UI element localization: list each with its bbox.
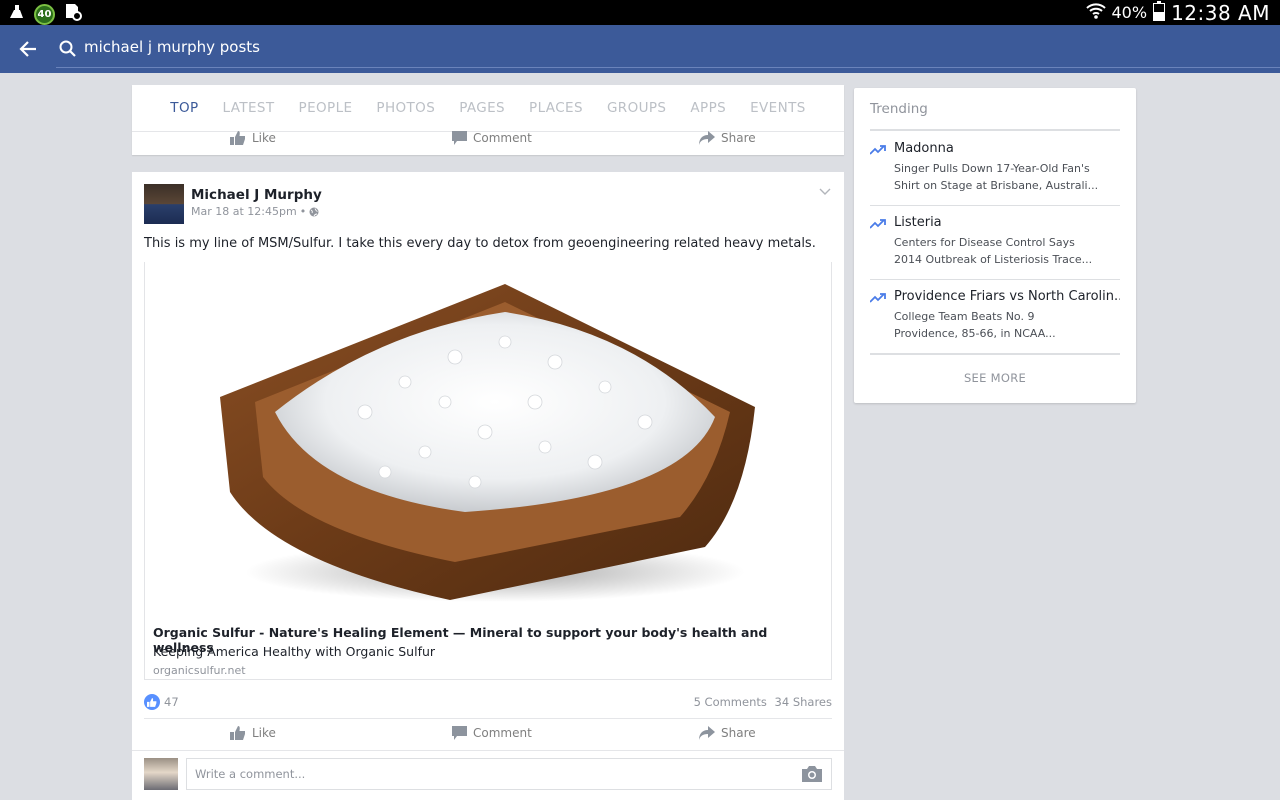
- trending-title: Providence Friars vs North Carolin...: [894, 289, 1120, 304]
- trending-description-line: Shirt on Stage at Brisbane, Australi...: [894, 179, 1099, 192]
- battery-percent: 40%: [1111, 3, 1148, 22]
- post-text: This is my line of MSM/Sulfur. I take th…: [144, 236, 816, 251]
- trending-description: College Team Beats No. 9 Providence, 85-…: [894, 308, 1120, 342]
- author-avatar[interactable]: [144, 184, 184, 224]
- link-domain: organicsulfur.net: [153, 664, 246, 677]
- like-label: Like: [252, 131, 276, 145]
- clock: 12:38 AM: [1171, 0, 1270, 25]
- share-button[interactable]: Share: [699, 726, 756, 740]
- trending-description-line: Singer Pulls Down 17-Year-Old Fan's: [894, 162, 1090, 175]
- trending-description-line: Providence, 85-66, in NCAA...: [894, 327, 1056, 340]
- comment-button[interactable]: Comment: [452, 726, 532, 740]
- actions-divider-bottom: [132, 750, 844, 751]
- reactions-summary[interactable]: 47: [144, 694, 179, 710]
- battery-icon: [1153, 0, 1166, 25]
- trending-description-line: 2014 Outbreak of Listeriosis Trace...: [894, 253, 1093, 266]
- trend-arrow-icon: [870, 293, 886, 303]
- trending-footer-divider: [870, 353, 1120, 355]
- trending-item[interactable]: Listeria Centers for Disease Control Say…: [870, 215, 1120, 268]
- post-author[interactable]: Michael J Murphy: [191, 187, 322, 203]
- cleaner-icon: [8, 4, 26, 24]
- post-card: Michael J Murphy Mar 18 at 12:45pm • Thi…: [132, 172, 844, 800]
- like-reaction-icon: [144, 694, 160, 710]
- search-filter-tabs: TOP LATEST PEOPLE PHOTOS PAGES PLACES GR…: [132, 85, 844, 131]
- link-preview-image[interactable]: [145, 262, 831, 614]
- status-bar-notifications: 40: [8, 2, 83, 26]
- search-icon: [59, 40, 76, 57]
- trending-description: Centers for Disease Control Says 2014 Ou…: [894, 234, 1120, 268]
- tab-apps[interactable]: APPS: [678, 100, 738, 116]
- trending-item[interactable]: Providence Friars vs North Carolin... Co…: [870, 289, 1120, 342]
- trend-arrow-icon: [870, 145, 886, 155]
- post-actions: Like Comment Share: [132, 724, 844, 748]
- like-button[interactable]: Like: [230, 726, 276, 740]
- search-input[interactable]: michael j murphy posts: [84, 38, 260, 56]
- comment-input[interactable]: Write a comment...: [186, 758, 832, 790]
- comments-count[interactable]: 5 Comments: [694, 695, 767, 709]
- chevron-down-icon[interactable]: [818, 184, 832, 198]
- comment-button[interactable]: Comment: [452, 131, 532, 145]
- viewer-avatar: [144, 758, 178, 790]
- see-more-button[interactable]: SEE MORE: [854, 371, 1136, 385]
- shares-count[interactable]: 34 Shares: [775, 695, 832, 709]
- trending-header: Trending: [870, 101, 928, 117]
- meta-separator: •: [299, 205, 307, 218]
- search-results-header-card: TOP LATEST PEOPLE PHOTOS PAGES PLACES GR…: [132, 85, 844, 155]
- link-preview[interactable]: Organic Sulfur - Nature's Healing Elemen…: [144, 262, 832, 680]
- like-label: Like: [252, 726, 276, 740]
- tab-events[interactable]: EVENTS: [738, 100, 818, 116]
- tab-groups[interactable]: GROUPS: [595, 100, 678, 116]
- tab-people[interactable]: PEOPLE: [287, 100, 365, 116]
- share-label: Share: [721, 726, 756, 740]
- sd-card-settings-icon: [63, 2, 83, 26]
- like-count: 47: [164, 695, 179, 709]
- status-bar-system: 40% 12:38 AM: [1085, 0, 1271, 25]
- trending-header-divider: [870, 129, 1120, 131]
- trend-arrow-icon: [870, 219, 886, 229]
- share-arrow-icon: [699, 726, 715, 740]
- post-timestamp[interactable]: Mar 18 at 12:45pm: [191, 205, 297, 218]
- camera-icon[interactable]: [802, 766, 822, 782]
- share-label: Share: [721, 131, 756, 145]
- like-button[interactable]: Like: [230, 131, 276, 145]
- actions-divider-top: [144, 718, 832, 719]
- globe-icon: [309, 207, 319, 216]
- trending-title: Madonna: [894, 141, 954, 156]
- trending-card: Trending Madonna Singer Pulls Down 17-Ye…: [854, 88, 1136, 403]
- trending-description-line: College Team Beats No. 9: [894, 310, 1035, 323]
- comment-label: Comment: [473, 131, 532, 145]
- trending-divider: [870, 279, 1120, 280]
- wifi-icon: [1085, 2, 1106, 24]
- tab-photos[interactable]: PHOTOS: [364, 100, 447, 116]
- comment-composer: Write a comment...: [144, 758, 832, 792]
- trending-description: Singer Pulls Down 17-Year-Old Fan's Shir…: [894, 160, 1120, 194]
- trending-item[interactable]: Madonna Singer Pulls Down 17-Year-Old Fa…: [870, 141, 1120, 194]
- previous-post-actions: Like Comment Share: [132, 129, 844, 153]
- link-description: Keeping America Healthy with Organic Sul…: [153, 644, 436, 659]
- thumbs-up-icon: [230, 131, 245, 145]
- engagement-counts: 5 Comments 34 Shares: [694, 695, 832, 709]
- share-button[interactable]: Share: [699, 131, 756, 145]
- comment-bubble-icon: [452, 726, 467, 740]
- tab-top[interactable]: TOP: [158, 100, 210, 116]
- post-meta: Mar 18 at 12:45pm •: [191, 205, 319, 218]
- trending-divider: [870, 205, 1120, 206]
- tab-pages[interactable]: PAGES: [447, 100, 517, 116]
- comment-label: Comment: [473, 726, 532, 740]
- thumbs-up-icon: [230, 726, 245, 740]
- notification-badge: 40: [34, 3, 55, 25]
- trending-title: Listeria: [894, 215, 942, 230]
- trending-description-line: Centers for Disease Control Says: [894, 236, 1075, 249]
- back-button[interactable]: [16, 37, 40, 61]
- tab-latest[interactable]: LATEST: [211, 100, 287, 116]
- search-underline: [56, 67, 1280, 68]
- app-bar: michael j murphy posts: [0, 25, 1280, 73]
- share-arrow-icon: [699, 131, 715, 145]
- comment-bubble-icon: [452, 131, 467, 145]
- arrow-left-icon: [19, 41, 36, 57]
- status-bar: 40 40% 12:38 AM: [0, 0, 1280, 25]
- tab-places[interactable]: PLACES: [517, 100, 595, 116]
